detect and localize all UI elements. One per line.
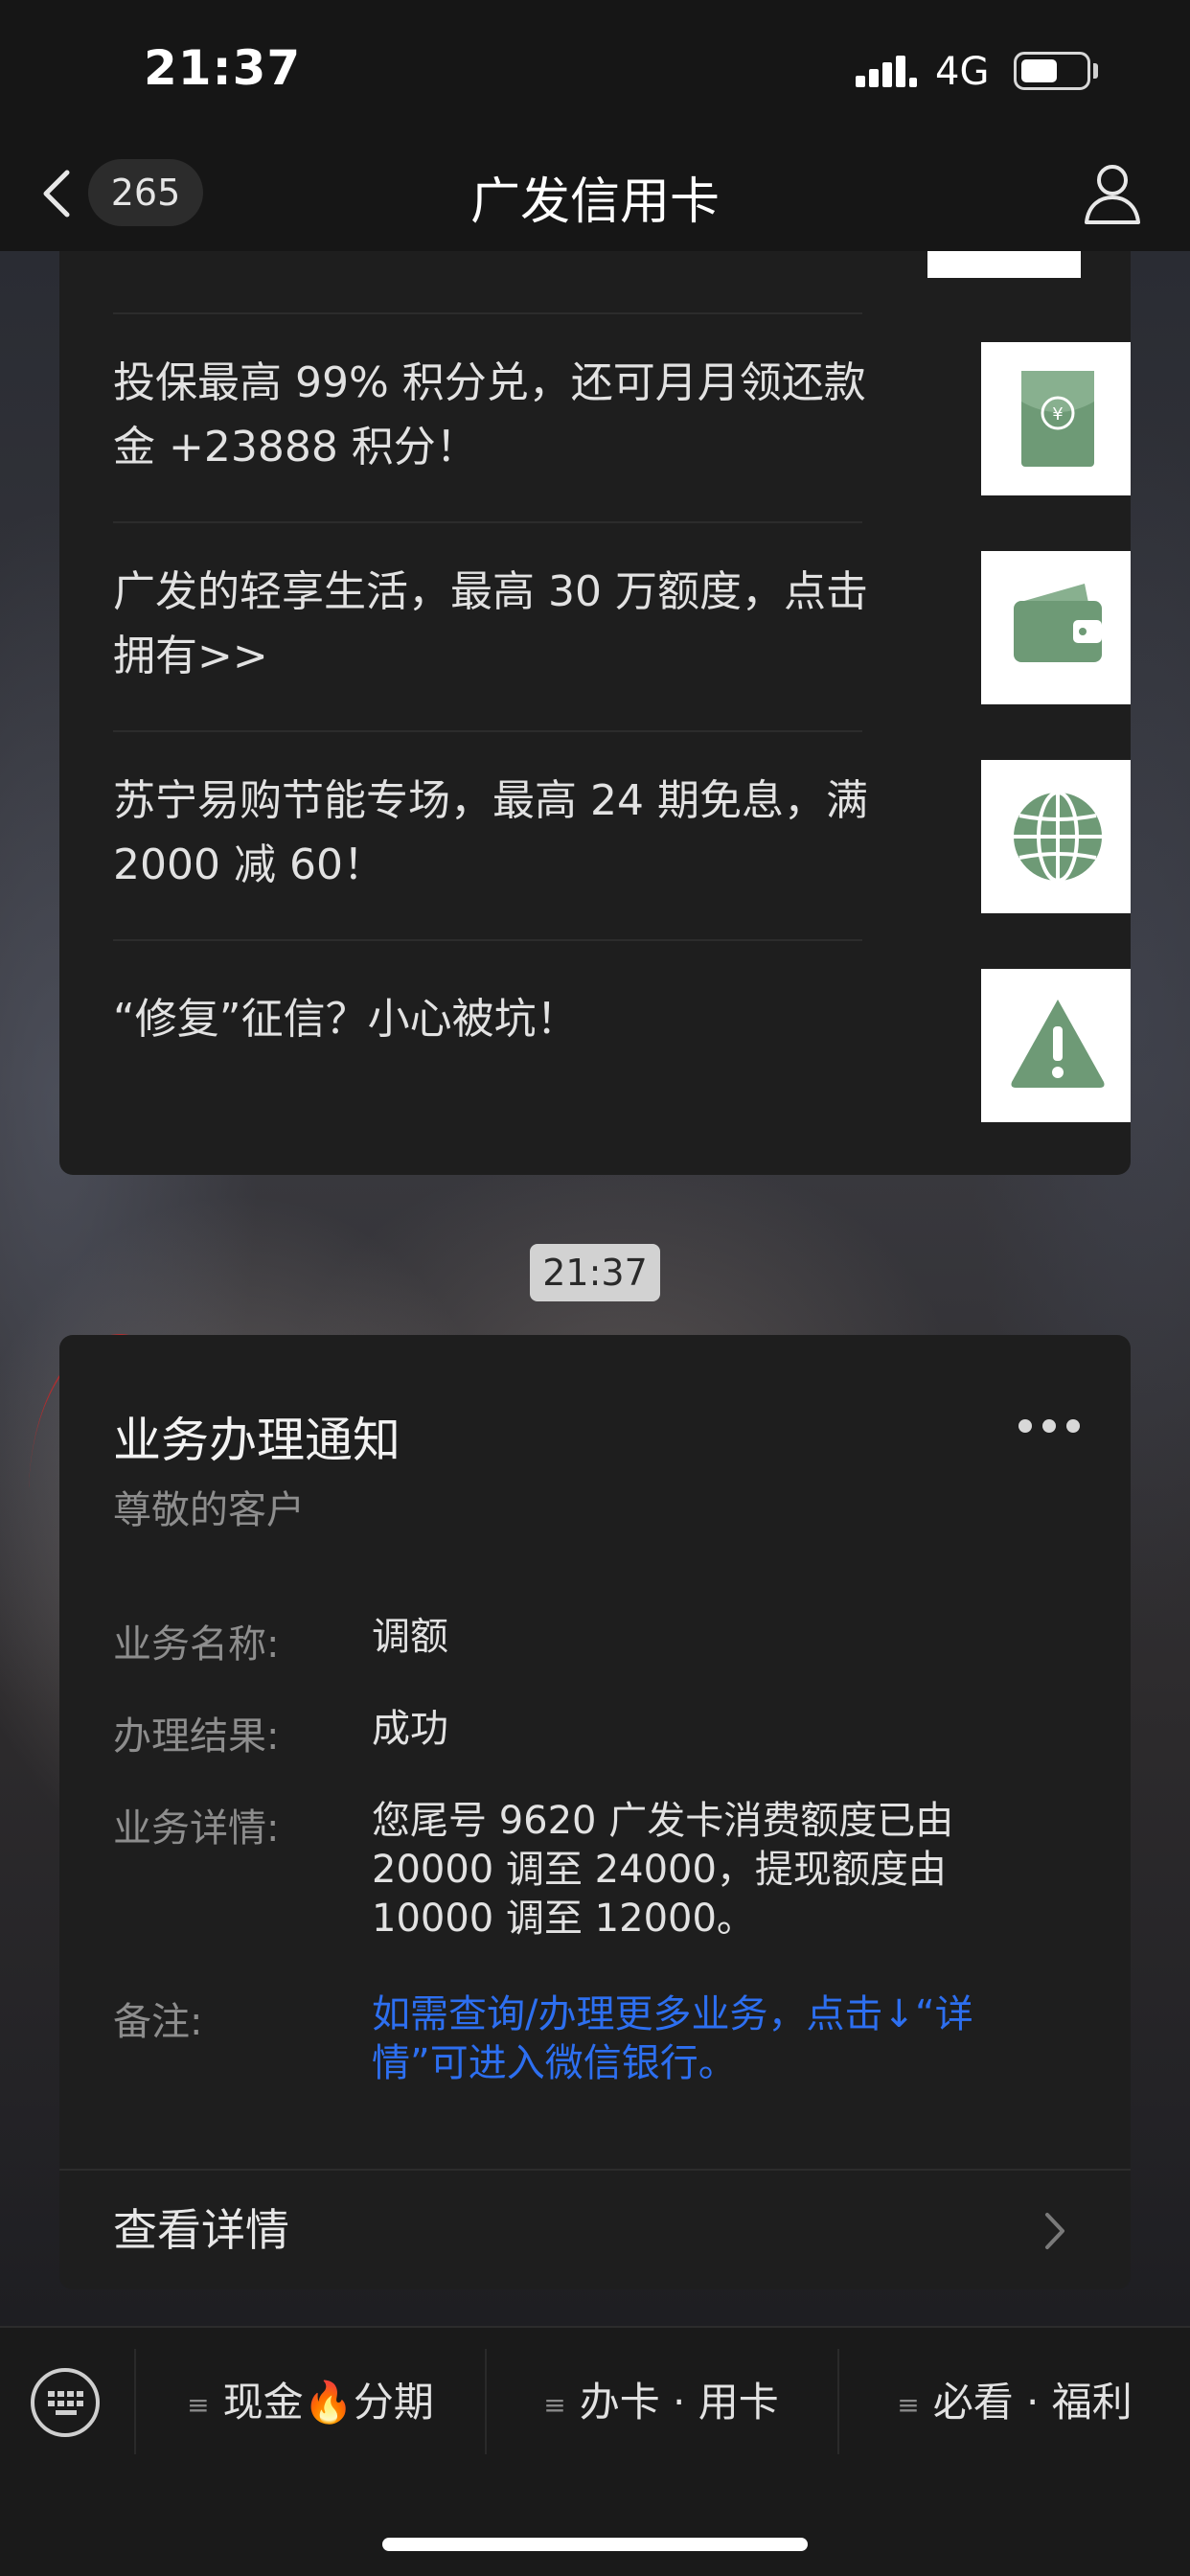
svg-text:¥: ¥: [1052, 404, 1063, 425]
battery-tip: [1093, 63, 1098, 79]
article-item[interactable]: “修复”征信？小心被坑！: [113, 939, 1131, 1148]
field-value-business-name: 调额: [372, 1615, 448, 1659]
menu-item-label: 分期: [353, 2379, 434, 2426]
home-indicator[interactable]: [382, 2538, 808, 2551]
status-time: 21:37: [144, 40, 302, 96]
globe-icon: [1014, 791, 1102, 883]
field-label-details: 业务详情:: [113, 1806, 280, 1851]
article-title: 苏宁易购节能专场，最高 24 期免息，满 2000 减 60！: [113, 776, 868, 889]
business-notice-card[interactable]: 业务办理通知 尊敬的客户 业务名称: 调额 办理结果: 成功 业务详情: 您尾号…: [59, 1335, 1131, 2289]
warning-icon: [1011, 1000, 1105, 1088]
chat-screen: 21:37 4G 265 广发信用卡 … 投保最高 99% 积分: [0, 0, 1190, 2576]
menu-list-icon: ≡: [897, 2388, 920, 2421]
red-envelope-icon: ¥: [1021, 371, 1094, 467]
divider: [113, 939, 862, 941]
navigation-bar: 265 广发信用卡: [0, 144, 1190, 251]
field-value-result: 成功: [372, 1707, 448, 1751]
status-bar: 21:37 4G: [0, 0, 1190, 144]
article-title: 广发的轻享生活，最高 30 万额度，点击拥有>>: [113, 567, 868, 680]
more-options-icon[interactable]: [1016, 1412, 1083, 1440]
article-fragment-thumbnail[interactable]: [927, 251, 1081, 278]
article-thumbnail: [981, 760, 1131, 913]
menu-item-label: 现金: [222, 2379, 304, 2426]
menu-item-label: 必看 · 福利: [932, 2379, 1133, 2426]
fire-emoji-icon: 🔥: [303, 2379, 354, 2426]
menu-item-card-services[interactable]: ≡ 办卡 · 用卡: [487, 2347, 835, 2458]
divider: [113, 312, 862, 314]
keyboard-icon: [48, 2391, 83, 2415]
article-item[interactable]: 广发的轻享生活，最高 30 万额度，点击拥有>>: [113, 521, 1131, 730]
divider: [113, 521, 862, 523]
article-fragment: …: [113, 251, 155, 262]
divider: [113, 730, 862, 732]
article-thumbnail: [981, 551, 1131, 704]
notice-title: 业务办理通知: [113, 1413, 400, 1468]
field-value-details: 您尾号 9620 广发卡消费额度已由 20000 调至 24000，提现额度由 …: [372, 1799, 954, 1941]
article-thumbnail: ¥: [981, 342, 1131, 495]
profile-icon[interactable]: [1083, 161, 1142, 228]
article-title: “修复”征信？小心被坑！: [113, 995, 579, 1044]
article-item[interactable]: 投保最高 99% 积分兑，还可月月领还款金 +23888 积分！ ¥: [113, 312, 1131, 521]
field-value-remark: 如需查询/办理更多业务，点击↓“详情”可进入微信银行。: [372, 1992, 973, 2085]
battery-icon: [1014, 52, 1090, 90]
signal-strength-icon: [856, 56, 917, 87]
menu-list-icon: ≡: [187, 2388, 210, 2421]
field-label-remark: 备注:: [113, 2000, 203, 2044]
view-details-link[interactable]: 查看详情: [113, 2196, 289, 2259]
menu-item-benefits[interactable]: ≡ 必看 · 福利: [839, 2347, 1190, 2458]
network-type: 4G: [935, 50, 990, 94]
article-title: 投保最高 99% 积分兑，还可月月领还款金 +23888 积分！: [113, 358, 866, 472]
article-list-card: … 投保最高 99% 积分兑，还可月月领还款金 +23888 积分！ ¥ 广发的…: [59, 251, 1131, 1175]
chevron-right-icon: [1045, 2213, 1064, 2249]
article-item[interactable]: 苏宁易购节能专场，最高 24 期免息，满 2000 减 60！: [113, 730, 1131, 939]
notice-greeting: 尊敬的客户: [113, 1488, 305, 1532]
menu-item-label: 办卡 · 用卡: [579, 2379, 779, 2426]
keyboard-toggle-button[interactable]: [31, 2368, 100, 2437]
article-thumbnail: [981, 969, 1131, 1122]
wallet-icon: [1014, 584, 1102, 662]
menu-item-cash-installment[interactable]: ≡ 现金🔥分期: [136, 2347, 485, 2458]
page-title: 广发信用卡: [469, 173, 720, 231]
divider: [59, 2169, 1131, 2171]
menu-list-icon: ≡: [543, 2388, 566, 2421]
battery-level: [1021, 59, 1057, 82]
field-label-business-name: 业务名称:: [113, 1622, 280, 1667]
message-timestamp: 21:37: [530, 1244, 660, 1301]
field-label-result: 办理结果:: [113, 1714, 280, 1759]
